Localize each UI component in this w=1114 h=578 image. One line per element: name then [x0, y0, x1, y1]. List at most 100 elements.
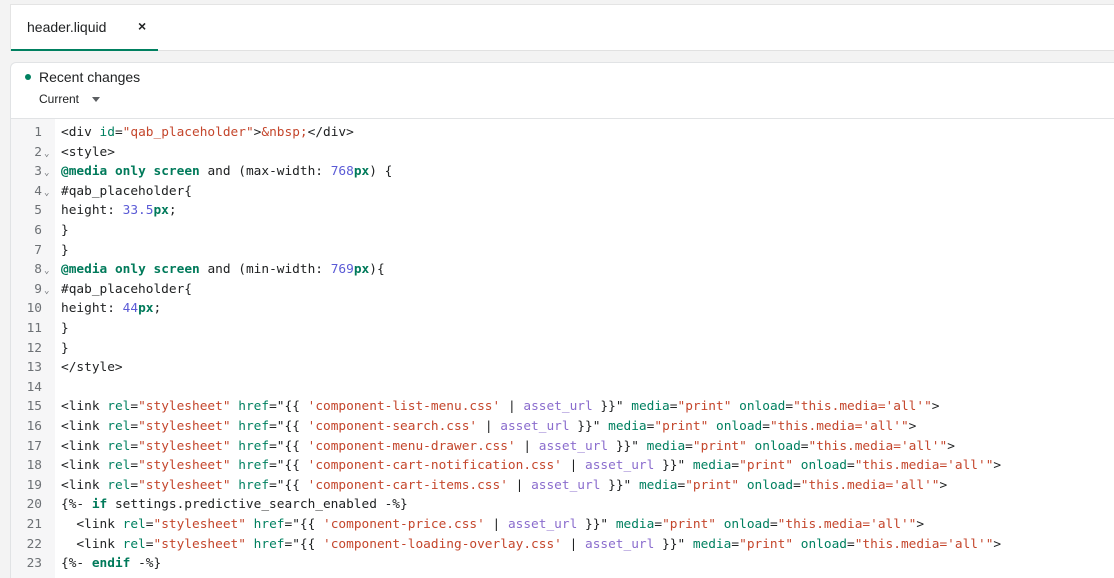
code-token: media: [608, 419, 647, 434]
fold-chevron-icon[interactable]: ⌄: [44, 261, 49, 281]
code-line[interactable]: 18 <link rel="stylesheet" href="{{ 'compo…: [11, 456, 1114, 476]
code-token: |: [507, 477, 532, 493]
code-token: >: [947, 438, 955, 454]
code-token: "stylesheet": [138, 438, 231, 454]
code-token: }}": [608, 438, 647, 454]
code-token: }: [61, 340, 69, 356]
code-token: href: [253, 536, 285, 552]
fold-chevron-icon[interactable]: ⌄: [44, 163, 49, 183]
code-text: }: [61, 221, 69, 241]
code-token: 33.5: [122, 203, 154, 219]
code-line[interactable]: 14: [11, 378, 1114, 398]
line-number: 20: [26, 497, 42, 513]
code-token: href: [238, 477, 270, 493]
code-token: "this.media='all'": [854, 536, 994, 552]
code-token: "stylesheet": [153, 536, 246, 552]
fold-chevron-icon[interactable]: ⌄: [44, 183, 49, 203]
code-line[interactable]: 13 </style>: [11, 358, 1114, 378]
code-text: <style>: [61, 143, 115, 163]
code-token: if: [91, 497, 108, 513]
code-line[interactable]: 21 <link rel = "stylesheet" href="{{ 'comp…: [11, 515, 1114, 535]
code-token: "stylesheet": [138, 399, 231, 415]
code-token: href: [253, 517, 285, 532]
code-line[interactable]: 8 ⌄ @media only screen and (min-width: 769…: [11, 260, 1114, 280]
chevron-down-icon[interactable]: [92, 97, 100, 102]
code-text: }: [61, 241, 69, 261]
code-token: 'component-menu-drawer.css': [307, 438, 516, 454]
fold-chevron-icon[interactable]: ⌄: [44, 281, 49, 301]
code-line[interactable]: 16 <link rel="stylesheet" href="{{ 'compo…: [11, 417, 1114, 437]
line-number: 16: [26, 419, 42, 434]
code-token: media: [692, 536, 732, 552]
code-line[interactable]: 9 ⌄ #qab_placeholder{: [11, 280, 1114, 300]
code-token: media: [631, 399, 670, 415]
code-token: "this.media='all'": [800, 477, 940, 493]
code-line[interactable]: 23 {%- endif -%}: [11, 554, 1114, 574]
code-line[interactable]: 5 height: 33.5px;: [11, 201, 1114, 221]
code-token: >: [993, 536, 1002, 552]
code-line[interactable]: 11}: [11, 319, 1114, 339]
code-token: 44: [122, 301, 139, 317]
code-token: onload: [723, 517, 770, 532]
code-text: height: 33.5px;: [61, 201, 177, 221]
code-line[interactable]: 12}: [11, 339, 1114, 359]
tab-label: header.liquid: [27, 19, 107, 35]
code-token: |: [561, 536, 585, 552]
code-line[interactable]: 4 ⌄ #qab_placeholder{: [11, 182, 1114, 202]
code-line[interactable]: 6}: [11, 221, 1114, 241]
recent-changes-title: Recent changes: [39, 69, 141, 85]
code-token: >: [916, 517, 925, 532]
code-token: 'component-cart-notification.css': [307, 458, 562, 474]
code-token: ="{{: [269, 438, 308, 454]
code-token: onload: [800, 536, 847, 552]
code-line[interactable]: 20 {%- if settings.predictive_search_enab…: [11, 495, 1114, 515]
code-line[interactable]: 10 height: 44px;: [11, 299, 1114, 319]
code-token: "this.media='all'": [854, 458, 994, 474]
code-text: <div id="qab_placeholder">&nbsp;</div>: [61, 123, 354, 143]
code-line[interactable]: 15 <link rel="stylesheet" href="{{ 'compo…: [11, 397, 1114, 417]
tab-bar: header.liquid ×: [0, 0, 1114, 51]
code-token: only: [114, 262, 146, 278]
code-text: }: [61, 319, 69, 339]
line-number: 4: [34, 183, 42, 199]
code-token: ="{{: [269, 458, 308, 474]
line-number: 11: [26, 321, 42, 336]
code-token: >: [931, 399, 940, 415]
code-token: }}": [592, 399, 632, 415]
code-token: media: [615, 517, 655, 532]
code-text: <link rel = "stylesheet" href="{{ 'compone…: [61, 515, 924, 535]
code-token: "qab_placeholder": [122, 125, 254, 140]
code-line[interactable]: 3 ⌄ @media only screen and (max-width: 768…: [11, 162, 1114, 182]
code-token: 'component-search.css': [307, 419, 478, 434]
code-token: =: [731, 458, 740, 474]
code-line[interactable]: 22 <link rel = "stylesheet" href="{{ 'comp…: [11, 535, 1114, 555]
line-number: 8: [34, 262, 42, 278]
code-line[interactable]: 2 ⌄ <style>: [11, 143, 1114, 163]
close-icon[interactable]: ×: [138, 18, 146, 34]
code-token: ="{{: [269, 419, 308, 434]
fold-chevron-icon[interactable]: ⌄: [44, 144, 49, 164]
version-label[interactable]: Current: [39, 92, 79, 106]
code-line[interactable]: 17 <link rel="stylesheet" href="{{ 'compo…: [11, 437, 1114, 457]
tab-header-liquid[interactable]: header.liquid ×: [11, 5, 158, 51]
code-line[interactable]: 19 <link rel="stylesheet" href="{{ 'compo…: [11, 476, 1114, 496]
code-token: endif: [91, 556, 131, 572]
line-number: 21: [26, 517, 42, 532]
code-token: ="{{: [269, 399, 308, 415]
code-token: onload: [754, 438, 801, 454]
code-token: "this.media='all'": [793, 399, 932, 415]
code-line[interactable]: 7}: [11, 241, 1114, 261]
code-editor[interactable]: 1 <div id="qab_placeholder">&nbsp;</div> 2…: [11, 118, 1114, 578]
code-token: "print": [685, 477, 740, 493]
code-text: #qab_placeholder{: [61, 182, 192, 202]
code-token: &nbsp;: [261, 125, 308, 140]
code-token: |: [561, 458, 585, 474]
code-line[interactable]: 1 <div id="qab_placeholder">&nbsp;</div>: [11, 123, 1114, 143]
